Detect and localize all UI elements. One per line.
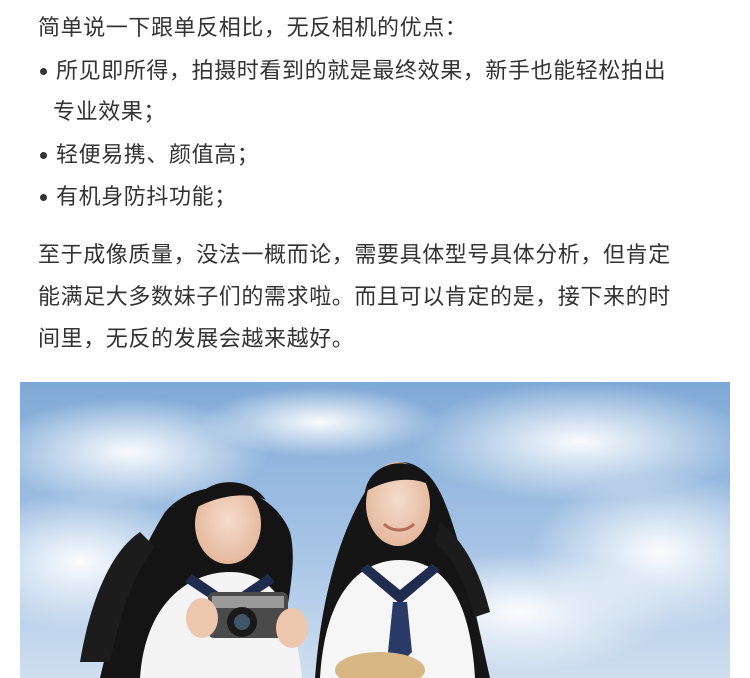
- paragraph-line-3: 间里，无反的发展会越来越好。: [38, 327, 355, 352]
- bullet-2-line-1: 轻便易携、颜值高；: [56, 143, 260, 168]
- paragraph-line-2: 能满足大多数妹子们的需求啦。而且可以肯定的是，接下来的时: [38, 285, 671, 310]
- bullet-3-line-1: 有机身防抖功能；: [56, 185, 237, 210]
- bullet-dot-3: [40, 194, 47, 201]
- article-photo: [20, 382, 730, 678]
- bullet-dot-1: [40, 68, 47, 75]
- intro-text: 简单说一下跟单反相比，无反相机的优点：: [38, 16, 468, 41]
- bullet-dot-2: [40, 152, 47, 159]
- bullet-1-line-1: 所见即所得，拍摄时看到的就是最终效果，新手也能轻松拍出: [56, 59, 667, 84]
- bullet-1-line-2: 专业效果；: [53, 100, 167, 125]
- paragraph-line-1: 至于成像质量，没法一概而论，需要具体型号具体分析，但肯定: [38, 243, 671, 268]
